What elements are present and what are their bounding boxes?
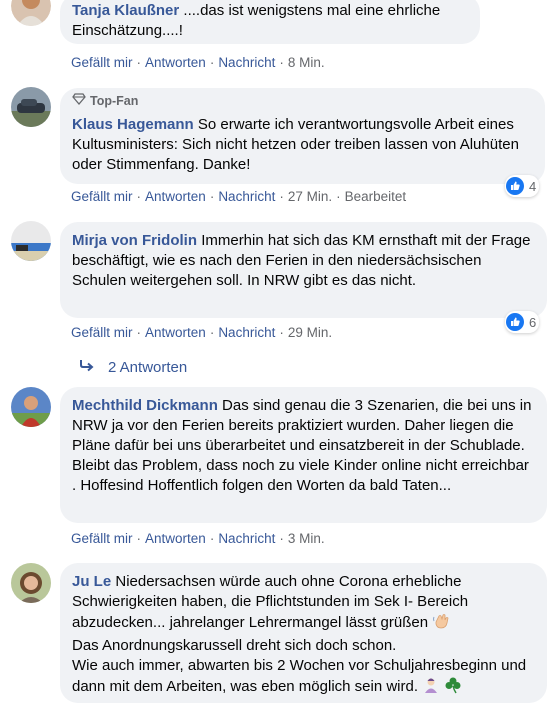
timestamp[interactable]: 27 Min.: [288, 189, 332, 204]
message-link[interactable]: Nachricht: [218, 189, 275, 204]
waving-hand-icon: [432, 612, 450, 636]
timestamp[interactable]: 3 Min.: [288, 531, 325, 546]
timestamp[interactable]: 8 Min.: [288, 55, 325, 70]
comment-author[interactable]: Klaus Hagemann: [72, 116, 194, 133]
view-replies-link[interactable]: 2 Antworten: [78, 358, 187, 378]
thumbs-up-icon: [506, 177, 524, 195]
comment-bubble: Tanja Klaußner ....das ist wenigstens ma…: [60, 0, 480, 44]
comment-text: Niedersachsen würde auch ohne Corona erh…: [72, 573, 469, 631]
thumbs-up-icon: [506, 313, 524, 331]
comment-author[interactable]: Ju Le: [72, 573, 111, 590]
comment-actions: Gefällt mir · Antworten · Nachricht · 29 Min.: [71, 325, 333, 340]
comment-bubble: Mechthild Dickmann Das sind genau die 3 …: [60, 387, 547, 523]
avatar[interactable]: [11, 87, 51, 127]
comment-text: Das Anordnungskarussell dreht sich doch …: [72, 637, 397, 654]
comment-author[interactable]: Mirja von Fridolin: [72, 232, 197, 249]
like-link[interactable]: Gefällt mir: [71, 531, 133, 546]
reaction-number: 6: [529, 314, 537, 330]
comment-author[interactable]: Mechthild Dickmann: [72, 397, 218, 414]
diamond-icon: [72, 93, 86, 109]
replies-count: 2 Antworten: [108, 359, 188, 376]
reaction-number: 4: [529, 178, 537, 194]
comment-bubble: Mirja von Fridolin Immerhin hat sich das…: [60, 222, 547, 318]
reaction-count[interactable]: 4: [505, 175, 540, 197]
timestamp[interactable]: 29 Min.: [288, 325, 332, 340]
reply-link[interactable]: Antworten: [145, 325, 206, 340]
like-link[interactable]: Gefällt mir: [71, 189, 133, 204]
message-link[interactable]: Nachricht: [218, 325, 275, 340]
avatar[interactable]: [11, 0, 51, 26]
reply-link[interactable]: Antworten: [145, 189, 206, 204]
comment-bubble: Top-Fan Klaus Hagemann So erwarte ich ve…: [60, 88, 545, 184]
comment-actions: Gefällt mir · Antworten · Nachricht · 27 Min. ·…: [71, 189, 407, 204]
message-link[interactable]: Nachricht: [218, 55, 275, 70]
comment-bubble: Ju Le Niedersachsen würde auch ohne Coro…: [60, 563, 547, 703]
reply-link[interactable]: Antworten: [145, 531, 206, 546]
reaction-count[interactable]: 6: [505, 311, 540, 333]
badge-label: Top-Fan: [90, 94, 139, 108]
like-link[interactable]: Gefällt mir: [71, 325, 133, 340]
avatar[interactable]: [11, 387, 51, 427]
comment-actions: Gefällt mir · Antworten · Nachricht · 3 Min.: [71, 531, 325, 546]
reply-link[interactable]: Antworten: [145, 55, 206, 70]
top-fan-badge: Top-Fan: [72, 93, 533, 109]
reply-arrow-icon: [78, 358, 94, 378]
person-icon: [422, 676, 440, 700]
avatar[interactable]: [11, 221, 51, 261]
message-link[interactable]: Nachricht: [218, 531, 275, 546]
shamrock-icon: [444, 676, 462, 700]
edited-label: Bearbeitet: [344, 189, 407, 204]
like-link[interactable]: Gefällt mir: [71, 55, 133, 70]
avatar[interactable]: [11, 563, 51, 603]
comment-actions: Gefällt mir · Antworten · Nachricht · 8 Min.: [71, 55, 325, 70]
comment-author[interactable]: Tanja Klaußner: [72, 2, 179, 19]
